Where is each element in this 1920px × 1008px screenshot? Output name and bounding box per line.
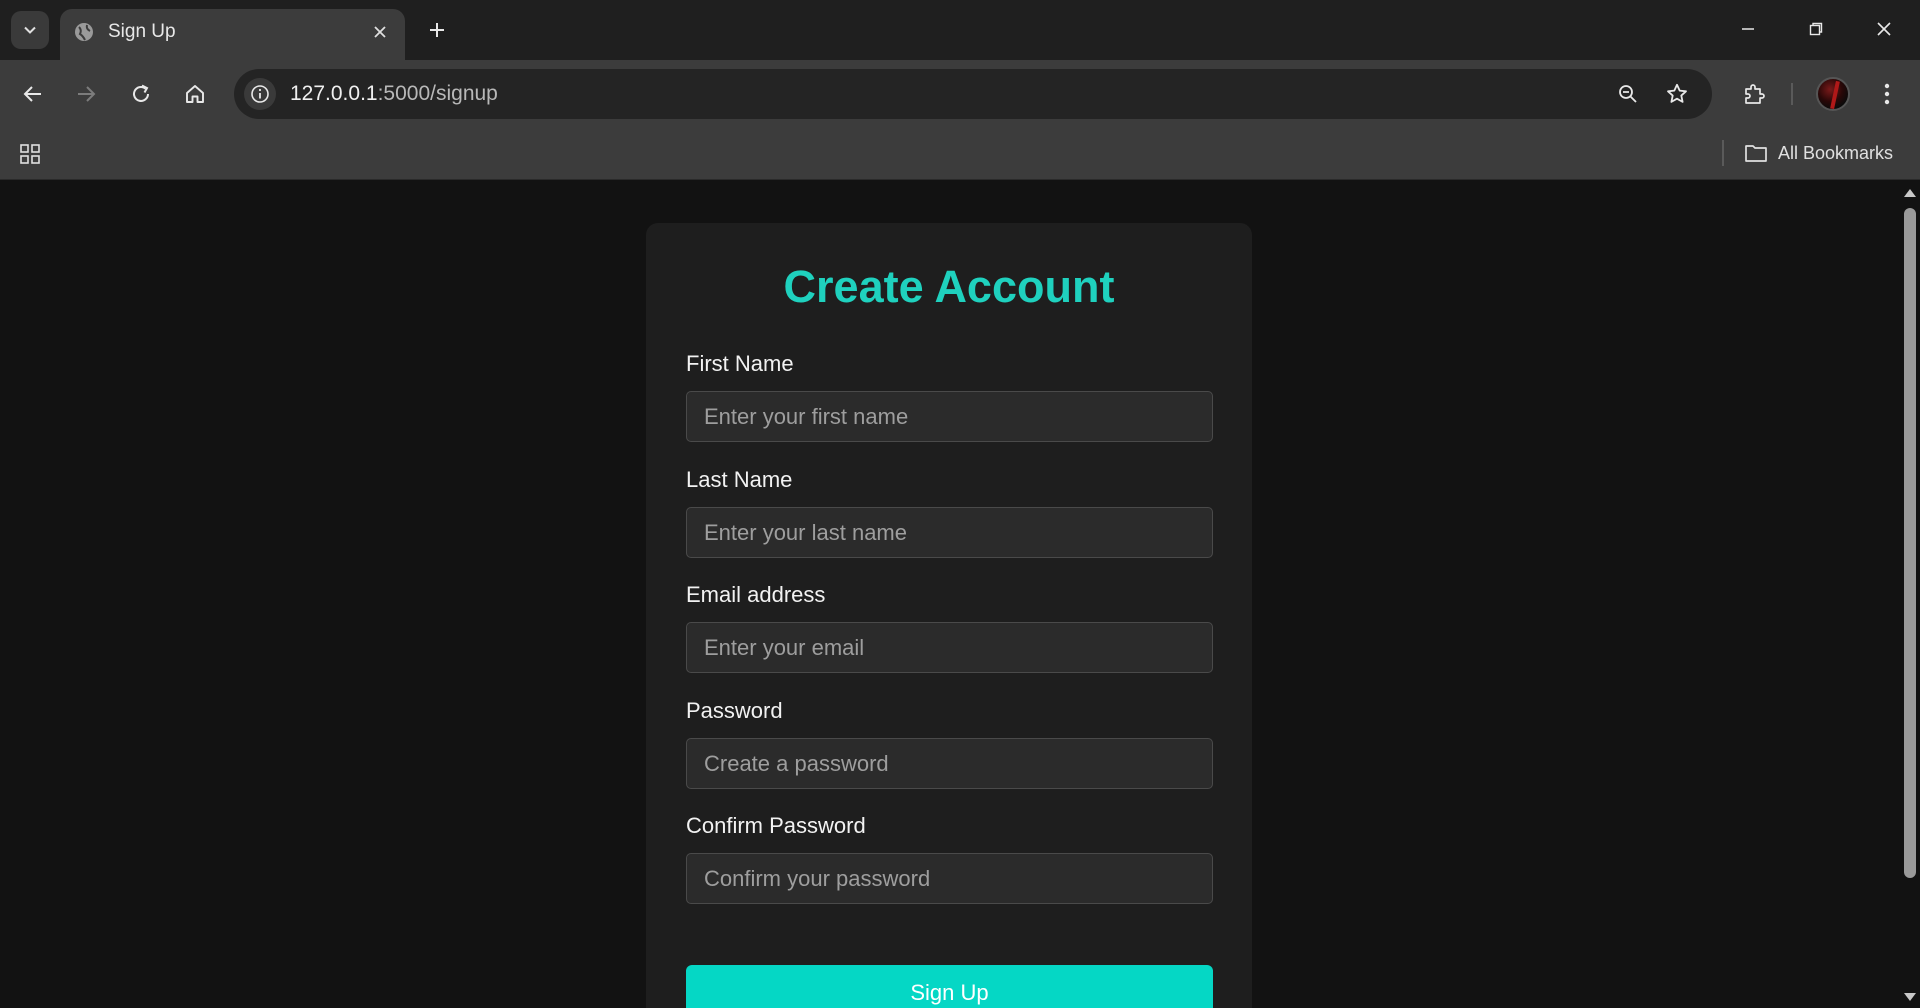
close-window-button[interactable] <box>1860 8 1908 50</box>
address-bar[interactable]: 127.0.0.1:5000/signup <box>234 69 1712 119</box>
bookmark-star-button[interactable] <box>1661 78 1693 110</box>
close-icon <box>1877 22 1891 36</box>
page-scrollbar[interactable] <box>1900 181 1920 1008</box>
extensions-button[interactable] <box>1733 73 1775 115</box>
tab-active[interactable]: Sign Up <box>60 9 405 60</box>
chevron-down-icon <box>24 26 36 34</box>
reload-icon <box>133 84 149 102</box>
bookmarks-separator <box>1722 140 1724 166</box>
minimize-button[interactable] <box>1724 8 1772 50</box>
last-name-label: Last Name <box>686 467 793 492</box>
forward-icon <box>78 86 96 102</box>
globe-icon <box>75 23 93 41</box>
last-name-input[interactable] <box>686 507 1213 558</box>
extensions-icon <box>1745 84 1765 104</box>
apps-button[interactable] <box>16 140 44 168</box>
home-icon <box>186 85 204 103</box>
zoom-icon <box>1619 85 1637 103</box>
all-bookmarks-label: All Bookmarks <box>1778 142 1894 163</box>
scrollbar-thumb[interactable] <box>1904 208 1916 878</box>
url-path: :5000/signup <box>377 82 498 105</box>
back-button[interactable] <box>12 73 54 115</box>
password-label: Password <box>686 698 783 723</box>
close-icon <box>374 26 386 38</box>
email-input[interactable] <box>686 622 1213 673</box>
all-bookmarks-button[interactable]: All Bookmarks <box>1744 136 1893 170</box>
apps-icon <box>20 144 40 164</box>
confirm-password-label: Confirm Password <box>686 813 866 838</box>
browser-menu-button[interactable] <box>1866 73 1908 115</box>
forward-button[interactable] <box>65 73 107 115</box>
url-host: 127.0.0.1 <box>290 82 378 105</box>
password-input[interactable] <box>686 738 1213 789</box>
page-title: Create Account <box>783 261 1115 312</box>
confirm-password-input[interactable] <box>686 853 1213 904</box>
page-viewport: Create Account First Name Last Name Emai… <box>0 181 1900 1008</box>
new-tab-button[interactable] <box>420 13 454 47</box>
toolbar-separator <box>1791 83 1793 105</box>
bookmarks-bar: All Bookmarks <box>0 128 1920 180</box>
plus-icon <box>430 23 444 37</box>
email-label: Email address <box>686 582 826 607</box>
tab-close-button[interactable] <box>367 19 393 45</box>
star-icon <box>1667 83 1687 103</box>
tab-strip: Sign Up <box>0 0 1920 60</box>
first-name-input[interactable] <box>686 391 1213 442</box>
browser-toolbar: 127.0.0.1:5000/signup <box>0 60 1920 128</box>
tab-title: Sign Up <box>108 21 176 42</box>
home-button[interactable] <box>174 73 216 115</box>
scroll-down-arrow-icon[interactable] <box>1904 993 1916 1001</box>
restore-icon <box>1809 22 1823 36</box>
scroll-up-arrow-icon[interactable] <box>1904 189 1916 197</box>
info-icon <box>251 85 269 103</box>
profile-avatar[interactable] <box>1816 77 1850 111</box>
sign-up-button[interactable]: Sign Up <box>686 965 1213 1008</box>
signup-card: Create Account First Name Last Name Emai… <box>646 223 1252 1008</box>
site-info-button[interactable] <box>244 78 276 110</box>
folder-icon <box>1745 145 1767 162</box>
reload-button[interactable] <box>120 73 162 115</box>
back-icon <box>23 86 41 102</box>
zoom-button[interactable] <box>1612 78 1644 110</box>
minimize-icon <box>1742 28 1754 30</box>
tab-search-button[interactable] <box>11 11 49 49</box>
menu-icon <box>1884 83 1890 105</box>
url-text[interactable]: 127.0.0.1:5000/signup <box>290 82 498 106</box>
restore-button[interactable] <box>1792 8 1840 50</box>
first-name-label: First Name <box>686 351 794 376</box>
